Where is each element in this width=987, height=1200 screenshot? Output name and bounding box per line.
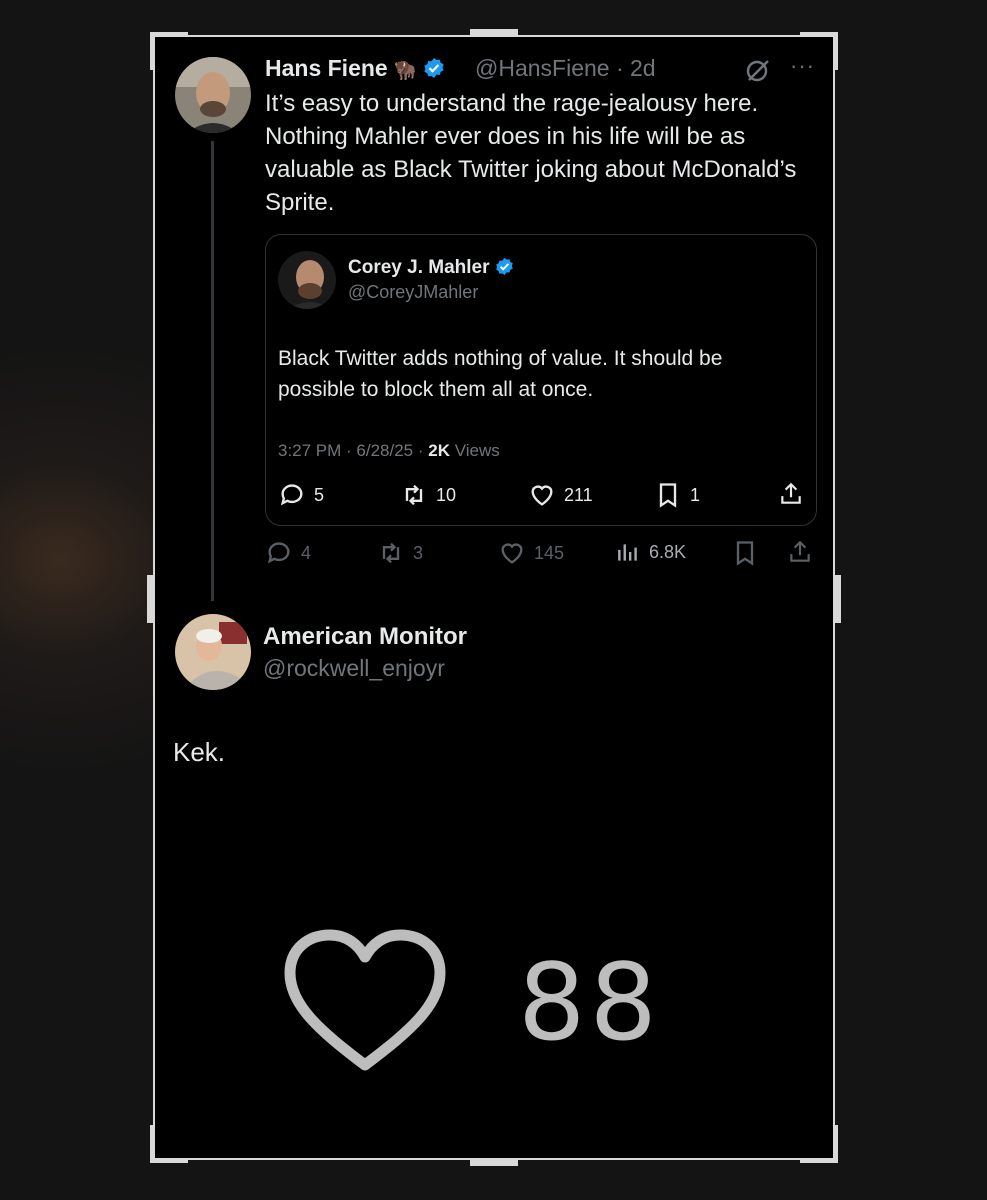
thread-line (211, 141, 214, 601)
quote-share-button[interactable] (778, 481, 804, 507)
avatar[interactable] (175, 57, 251, 133)
repost-icon (382, 542, 400, 564)
big-heart-icon (284, 929, 446, 1071)
bookmark-icon (659, 483, 677, 508)
verified-badge-icon (495, 257, 513, 276)
crop-handle-top[interactable] (470, 29, 518, 35)
quote-like-button[interactable]: 211 (528, 481, 593, 509)
tweet-action-bar: 4 3 145 6.8K (155, 539, 837, 569)
reply-icon (267, 542, 290, 564)
screenshot-frame: Hans Fiene 🦬 @HansFiene · 2d ··· It’s ea… (147, 29, 841, 1166)
grok-icon[interactable] (745, 57, 771, 83)
views-chart-icon (618, 544, 637, 561)
reply-author-name[interactable]: American Monitor (263, 623, 467, 651)
share-icon (781, 482, 801, 504)
quote-views-label: Views (449, 441, 500, 460)
bookmark-icon (736, 541, 754, 566)
quote-reply-button[interactable]: 5 (278, 481, 324, 509)
quote-bookmark-button[interactable]: 1 (654, 481, 700, 509)
big-like-count: 88 (518, 940, 661, 1064)
like-button[interactable]: 145 (498, 539, 564, 567)
share-button[interactable] (787, 539, 813, 565)
crop-corner-top-left[interactable] (150, 32, 188, 70)
tweet-text: It’s easy to understand the rage-jealous… (265, 90, 797, 216)
heart-icon (501, 543, 523, 564)
big-like-display: 88 (280, 927, 661, 1077)
repost-button[interactable]: 3 (377, 539, 423, 567)
quote-action-bar: 5 10 211 1 (266, 481, 818, 511)
crop-handle-left[interactable] (147, 575, 153, 623)
quote-bookmark-count: 1 (690, 484, 701, 505)
views-button[interactable]: 6.8K (615, 539, 686, 565)
repost-count: 3 (413, 542, 424, 563)
quoted-tweet[interactable]: Corey J. Mahler @CoreyJMahler Black Twit… (265, 234, 817, 526)
quote-time-text: 3:27 PM · 6/28/25 · (278, 441, 429, 460)
quote-avatar (278, 251, 336, 309)
reply-count: 4 (301, 542, 312, 563)
author-name[interactable]: Hans Fiene 🦬 (265, 55, 445, 82)
more-options-icon[interactable]: ··· (790, 53, 815, 79)
quote-timestamp: 3:27 PM · 6/28/25 · 2K Views (278, 441, 500, 461)
quote-like-count: 211 (564, 484, 593, 505)
bookmark-button[interactable] (731, 539, 759, 567)
author-name-text: Hans Fiene (265, 55, 388, 81)
like-count: 145 (534, 542, 565, 563)
reply-text: Kek. (173, 737, 226, 767)
crop-handle-bottom[interactable] (470, 1160, 518, 1166)
crop-corner-bottom-right[interactable] (800, 1125, 838, 1163)
repost-icon (405, 484, 423, 506)
quote-author-handle: @CoreyJMahler (348, 282, 479, 302)
reply-author-handle[interactable]: @rockwell_enjoyr (263, 655, 445, 682)
quote-repost-count: 10 (436, 484, 457, 505)
quote-reply-count: 5 (314, 484, 325, 505)
bison-emoji: 🦬 (394, 60, 417, 80)
quote-repost-button[interactable]: 10 (400, 481, 456, 509)
verified-badge-icon (424, 58, 444, 78)
author-handle-time[interactable]: @HansFiene · 2d (475, 55, 656, 82)
crop-corner-bottom-left[interactable] (150, 1125, 188, 1163)
reply-icon (280, 484, 303, 506)
quote-views-count: 2K (428, 441, 450, 460)
share-icon (790, 540, 810, 562)
quote-author-name-text: Corey J. Mahler (348, 257, 490, 278)
quote-author-name: Corey J. Mahler (348, 257, 514, 279)
quote-text: Black Twitter adds nothing of value. It … (278, 347, 723, 401)
heart-icon (531, 485, 553, 506)
reply-avatar[interactable] (175, 614, 251, 690)
crop-handle-right[interactable] (835, 575, 841, 623)
reply-button[interactable]: 4 (265, 539, 311, 567)
views-count: 6.8K (649, 541, 687, 562)
